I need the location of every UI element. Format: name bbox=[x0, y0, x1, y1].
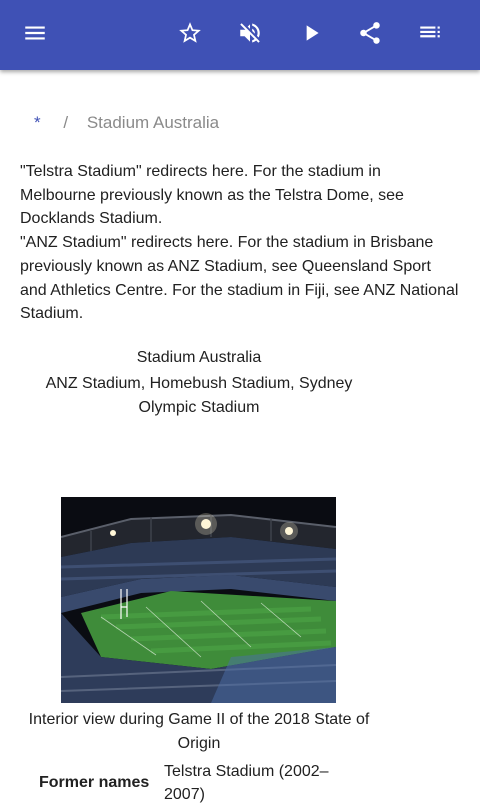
volume-off-icon bbox=[237, 20, 263, 51]
menu-icon bbox=[22, 20, 48, 51]
app-bar bbox=[0, 0, 480, 70]
share-icon bbox=[357, 20, 383, 51]
link-docklands-stadium[interactable]: Docklands Stadium bbox=[20, 210, 158, 227]
breadcrumb: * / Stadium Australia bbox=[34, 113, 219, 133]
hatnote-anz: "ANZ Stadium" redirects here. For the st… bbox=[20, 231, 460, 326]
infobox-row-label: Former names bbox=[39, 774, 150, 791]
infobox-caption: Interior view during Game II of the 2018… bbox=[28, 711, 370, 752]
share-button[interactable] bbox=[346, 11, 394, 59]
contents-button[interactable] bbox=[406, 11, 454, 59]
play-icon bbox=[298, 20, 324, 51]
infobox: Stadium Australia ANZ Stadium, Homebush … bbox=[20, 346, 378, 803]
hatnote-text: . bbox=[78, 305, 84, 323]
star-icon bbox=[177, 20, 203, 51]
hatnote-text: "Telstra Stadium" redirects here. For th… bbox=[20, 163, 404, 204]
infobox-row-value: Telstra Stadium (2002–2007) bbox=[164, 763, 329, 803]
mute-button[interactable] bbox=[226, 11, 274, 59]
list-icon bbox=[417, 20, 443, 51]
hatnote-telstra: "Telstra Stadium" redirects here. For th… bbox=[20, 160, 460, 231]
hatnotes: "Telstra Stadium" redirects here. For th… bbox=[20, 160, 460, 326]
stadium-photo[interactable] bbox=[61, 497, 336, 703]
breadcrumb-home[interactable]: * bbox=[34, 113, 41, 132]
breadcrumb-separator: / bbox=[63, 113, 69, 132]
hatnote-text: . bbox=[157, 210, 163, 228]
infobox-title: Stadium Australia bbox=[136, 349, 262, 366]
menu-button[interactable] bbox=[11, 11, 59, 59]
breadcrumb-current: Stadium Australia bbox=[86, 113, 220, 132]
stadium-photo-illustration bbox=[61, 497, 336, 703]
favorite-button[interactable] bbox=[166, 11, 214, 59]
hatnote-text: . For the stadium in Fiji, see bbox=[163, 281, 364, 299]
infobox-subtitle: ANZ Stadium, Homebush Stadium, Sydney Ol… bbox=[45, 375, 353, 416]
play-button[interactable] bbox=[287, 11, 335, 59]
